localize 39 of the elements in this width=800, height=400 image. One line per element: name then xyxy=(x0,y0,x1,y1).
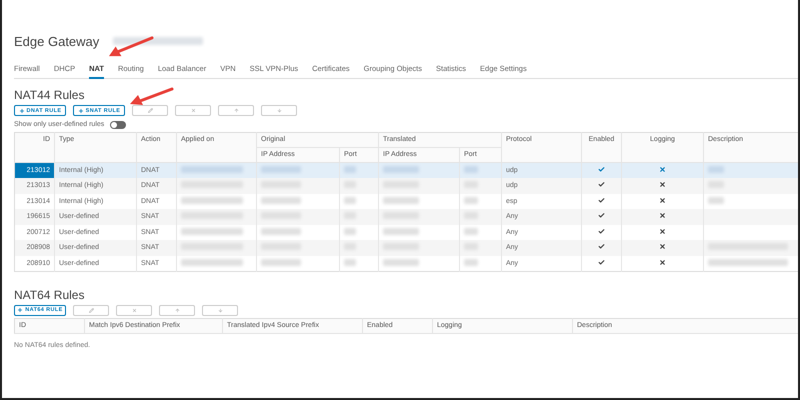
redacted-text xyxy=(261,258,301,266)
close-icon xyxy=(190,108,196,113)
redacted-text xyxy=(383,228,419,235)
redacted-text xyxy=(708,196,724,204)
redacted-text xyxy=(383,166,419,173)
redacted-text xyxy=(344,228,356,235)
page-title: Edge Gateway xyxy=(14,34,100,48)
redacted-text xyxy=(464,196,478,204)
redacted-text xyxy=(344,196,356,204)
arrow-down-icon xyxy=(218,308,222,312)
redacted-text xyxy=(181,228,243,235)
arrow-up-icon xyxy=(174,308,180,312)
section-title: NAT44 Rules xyxy=(14,88,84,102)
redacted-text xyxy=(344,258,356,266)
redacted-text xyxy=(261,196,301,204)
redacted-text xyxy=(708,166,724,173)
plus-icon xyxy=(18,108,25,114)
redacted-text xyxy=(261,166,301,173)
toggle-switch[interactable] xyxy=(110,120,126,128)
arrow-down-icon xyxy=(276,108,282,113)
redacted-text xyxy=(383,258,419,266)
redacted-text xyxy=(261,228,301,235)
arrow-up-icon xyxy=(234,108,238,113)
arrow-icon xyxy=(129,86,175,106)
redacted-text xyxy=(464,166,478,173)
redacted-text xyxy=(181,166,243,173)
close-icon xyxy=(132,308,136,312)
section-title: NAT64 Rules xyxy=(14,288,84,302)
pencil-icon xyxy=(88,308,94,312)
redacted-text xyxy=(344,166,356,173)
plus-icon xyxy=(17,307,24,313)
redacted-text xyxy=(383,196,419,204)
pencil-icon xyxy=(148,108,152,113)
arrow-icon xyxy=(106,35,156,58)
plus-icon xyxy=(78,108,84,114)
redacted-text xyxy=(181,258,243,266)
redacted-text xyxy=(464,258,478,266)
redacted-text xyxy=(181,196,243,204)
redacted-text xyxy=(464,228,478,235)
